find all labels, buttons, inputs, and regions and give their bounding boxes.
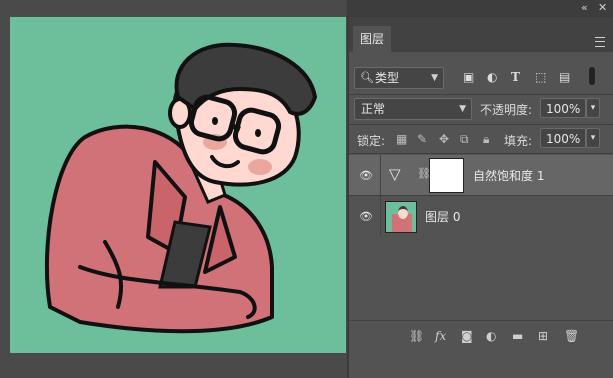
lock-image-icon[interactable]: ✎ <box>417 132 427 146</box>
filter-smartobject-icon[interactable]: ▤ <box>559 70 570 84</box>
filter-type-icon[interactable]: T <box>511 70 520 84</box>
illustration-man-with-glasses <box>44 42 318 334</box>
opacity-dropdown[interactable]: ▾ <box>586 98 600 118</box>
layer-thumbnail[interactable] <box>385 201 417 233</box>
panel-tab-bar: 图层 <box>349 17 613 52</box>
panel-dock-header: « ✕ <box>349 0 613 17</box>
new-layer-icon[interactable]: ⊞ <box>538 329 548 343</box>
opacity-input[interactable]: 100% <box>540 98 586 118</box>
eye-icon: 👁︎ <box>359 169 373 182</box>
eye-icon: 👁︎ <box>359 210 373 223</box>
layer-row-vibrance[interactable]: 👁︎ ▽ ⛓︎ 自然饱和度 1 <box>349 155 613 195</box>
layers-bottom-toolbar: ⛓︎ fx ◙ ◐ ▬ ⊞ 🗑︎ <box>349 320 613 353</box>
lock-artboard-icon[interactable]: ⧉ <box>460 132 469 147</box>
fill-dropdown[interactable]: ▾ <box>586 128 600 148</box>
chevron-down-icon: ▼ <box>459 104 466 114</box>
tab-layers[interactable]: 图层 <box>353 26 392 52</box>
document-canvas-area[interactable] <box>0 0 347 378</box>
lock-label: 锁定: <box>357 134 386 148</box>
group-icon[interactable]: ▬ <box>512 329 523 343</box>
vibrance-adjustment-icon: ▽ <box>389 165 401 183</box>
filter-shape-icon[interactable]: ⬚ <box>535 70 546 84</box>
visibility-toggle[interactable]: 👁︎ <box>349 196 381 236</box>
lock-transparent-icon[interactable]: ▦ <box>396 132 407 146</box>
link-icon[interactable]: ⛓︎ <box>409 329 424 343</box>
layer-filter-select[interactable]: 🔍︎ 类型 ▼ <box>354 67 444 89</box>
lock-all-icon[interactable]: 🔒︎ <box>483 132 489 147</box>
visibility-toggle[interactable]: 👁︎ <box>349 155 381 195</box>
search-icon: 🔍︎ <box>360 71 374 84</box>
fx-icon[interactable]: fx <box>435 329 446 343</box>
layer-mask-thumbnail[interactable] <box>429 158 464 193</box>
filter-kind-label: 类型 <box>375 71 400 85</box>
close-icon[interactable]: ✕ <box>598 1 607 14</box>
document-canvas[interactable] <box>10 17 346 353</box>
fill-label: 填充: <box>504 134 533 148</box>
filter-adjustment-icon[interactable]: ◐ <box>487 70 497 84</box>
blend-mode-select[interactable]: 正常 ▼ <box>354 98 472 120</box>
opacity-label: 不透明度: <box>480 103 533 117</box>
filter-pixel-icon[interactable]: ▣ <box>463 70 474 84</box>
delete-icon[interactable]: 🗑︎ <box>564 329 579 343</box>
filter-toggle[interactable] <box>589 67 595 85</box>
chevron-down-icon: ▼ <box>431 73 438 83</box>
blend-mode-value: 正常 <box>361 102 386 116</box>
layer-row-image[interactable]: 👁︎ 图层 0 <box>349 196 613 236</box>
collapse-panels-icon[interactable]: « <box>581 1 588 14</box>
layer-name[interactable]: 自然饱和度 1 <box>473 167 544 184</box>
lock-position-icon[interactable]: ✥ <box>439 132 449 146</box>
mask-icon[interactable]: ◙ <box>461 329 473 343</box>
adjustment-icon[interactable]: ◐ <box>486 329 496 343</box>
layer-name[interactable]: 图层 0 <box>425 208 460 225</box>
panel-menu-icon[interactable] <box>595 37 605 47</box>
fill-input[interactable]: 100% <box>540 128 586 148</box>
layers-panel: 图层 🔍︎ 类型 ▼ ▣ ◐ T ⬚ ▤ 正常 ▼ 不透明度: 100% ▾ 锁… <box>349 17 613 378</box>
